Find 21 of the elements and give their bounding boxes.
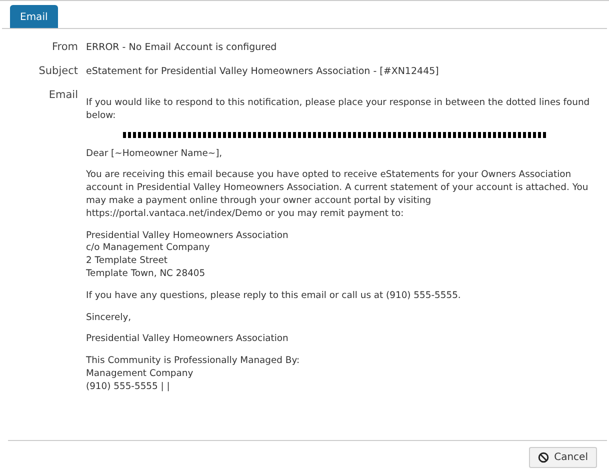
email-paragraph: Presidential Valley Homeowners Association: [86, 333, 290, 346]
field-label: Email: [48, 89, 78, 101]
email-line: (910) 555-5555 | |: [86, 380, 171, 394]
email-line: 2 Template Street: [86, 255, 169, 268]
cancel-button[interactable]: Cancel: [529, 447, 597, 468]
email-paragraph: Sincerely,: [86, 312, 132, 324]
email-paragraph: Dear [~Homeowner Name~],: [86, 148, 224, 160]
field-value: ERROR - No Email Account is configured: [86, 42, 277, 53]
email-paragraph: If you would like to respond to this notification, please place your response in between the dotted lines found below:: [86, 97, 591, 123]
field-value: eStatement for Presidential Valley Homeowners Association - [#XN12445]: [86, 66, 439, 77]
email-line: This Community is Professionally Managed By:: [86, 355, 301, 368]
email-line: Template Town, NC 28405: [86, 268, 206, 281]
email-tab[interactable]: Email: [10, 5, 58, 28]
email-line: c/o Management Company: [86, 242, 211, 256]
email-line: Presidential Valley Homeowners Association: [86, 230, 290, 242]
email-paragraph: You are receiving this email because you have opted to receive eStatements for your Owners Association account in Presidential Valley Homeowners Association. A current statement of your account is attached. You may make a payment online through your owner account portal by visiting https://portal.vantaca.net/index/Demo or you may remit payment to:: [86, 169, 590, 221]
email-paragraph: If you have any questions, please reply to this email or call us at (910) 555-5555.: [86, 290, 462, 303]
field-label: From: [50, 41, 78, 53]
field-label: Subject: [38, 65, 78, 77]
email-line: Management Company: [86, 368, 194, 381]
cancel-icon: [538, 452, 550, 463]
